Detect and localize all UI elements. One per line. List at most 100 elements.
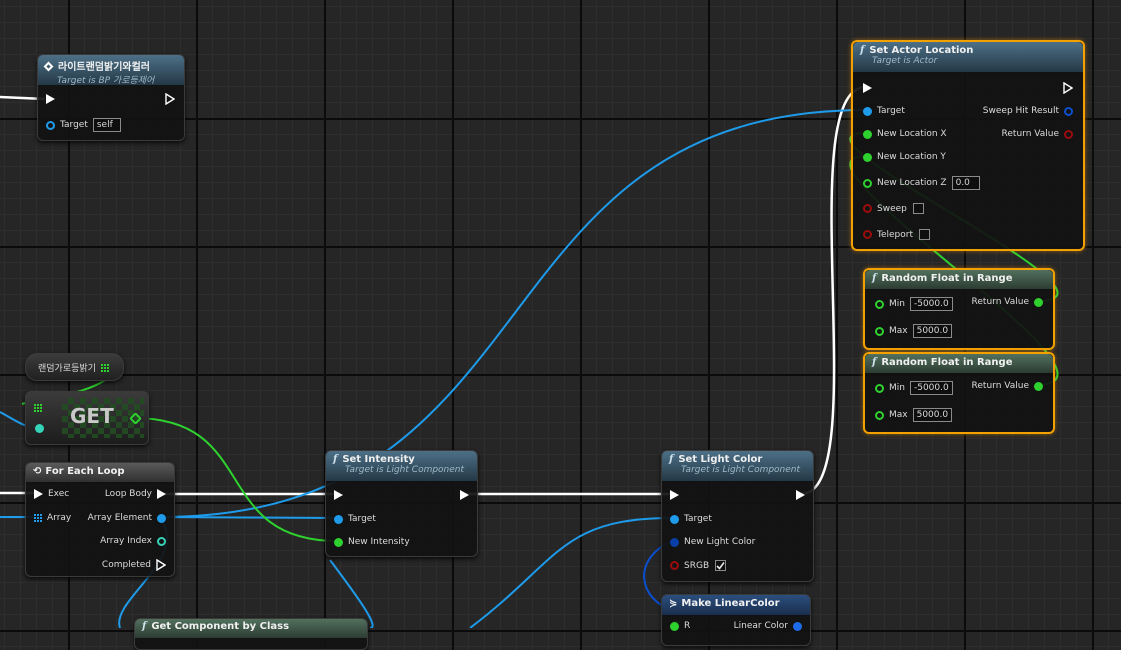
- event-target-label: Target: [60, 120, 88, 130]
- random-float-2-min-value[interactable]: -5000.0: [909, 381, 953, 395]
- set-actor-location-y-label: New Location Y: [877, 152, 946, 162]
- set-light-color-subtitle: Target is Light Component: [681, 465, 801, 475]
- exec-out-icon: [1063, 82, 1073, 94]
- object-wire-lower-to-lightcolor: [469, 517, 673, 628]
- set-actor-location-x-label: New Location X: [877, 129, 947, 139]
- set-intensity-new-intensity-pin[interactable]: New Intensity: [334, 537, 410, 547]
- for-each-title: For Each Loop: [45, 466, 125, 477]
- for-each-array-element-pin[interactable]: Array Element: [88, 513, 166, 523]
- set-light-color-node[interactable]: f Set Light Color Target is Light Compone…: [661, 450, 814, 582]
- float-pin-icon: [875, 299, 884, 309]
- float-pin-icon: [129, 412, 142, 425]
- float-pin-icon: [863, 178, 872, 188]
- variable-pin[interactable]: 랜덤가로등밝기: [38, 361, 114, 374]
- exec-in-icon: [670, 490, 679, 500]
- event-title: 라이트랜덤밝기와컬러: [58, 62, 150, 73]
- set-intensity-exec-out-pin[interactable]: [460, 490, 469, 500]
- event-target-pin[interactable]: Target self: [46, 118, 121, 132]
- random-float-2-min-pin[interactable]: Min -5000.0: [875, 381, 953, 395]
- make-linear-color-r-pin[interactable]: R: [670, 621, 690, 631]
- set-actor-location-title: Set Actor Location: [869, 45, 974, 56]
- get-index-pin[interactable]: [35, 424, 49, 433]
- set-actor-location-sweep-hit-pin[interactable]: Sweep Hit Result: [983, 106, 1073, 116]
- random-float-1-return-label: Return Value: [971, 297, 1029, 307]
- function-icon: f: [860, 45, 865, 56]
- int-pin-icon: [157, 536, 166, 546]
- float-pin-icon: [334, 537, 343, 547]
- get-node[interactable]: GET: [25, 391, 149, 445]
- variable-node[interactable]: 랜덤가로등밝기: [25, 353, 124, 381]
- set-actor-location-sweep-pin[interactable]: Sweep: [863, 203, 924, 214]
- make-linear-color-r-label: R: [684, 621, 691, 631]
- set-actor-location-teleport-label: Teleport: [877, 229, 913, 240]
- teleport-checkbox[interactable]: [919, 229, 930, 240]
- set-intensity-target-label: Target: [348, 514, 376, 524]
- set-light-color-new-color-pin[interactable]: New Light Color: [670, 537, 755, 547]
- random-float-1-min-pin[interactable]: Min -5000.0: [875, 297, 953, 311]
- set-actor-location-x-pin[interactable]: New Location X: [863, 129, 947, 139]
- event-exec-in-pin[interactable]: [46, 94, 55, 104]
- event-exec-out-pin[interactable]: [165, 93, 175, 105]
- set-light-color-target-label: Target: [684, 514, 712, 524]
- set-actor-location-target-pin[interactable]: Target: [863, 106, 905, 116]
- for-each-array-index-pin[interactable]: Array Index: [100, 536, 166, 546]
- float-pin-icon: [1034, 297, 1043, 307]
- exec-in-icon: [863, 83, 872, 93]
- set-intensity-target-pin[interactable]: Target: [334, 514, 376, 524]
- random-float-2-max-label: Max: [889, 410, 908, 420]
- set-light-color-exec-out-pin[interactable]: [796, 490, 805, 500]
- get-component-title: Get Component by Class: [151, 621, 290, 632]
- get-array-pin[interactable]: [34, 404, 47, 412]
- sweep-checkbox[interactable]: [912, 203, 924, 214]
- float-pin-icon: [875, 410, 884, 420]
- set-actor-location-exec-out-pin[interactable]: [1063, 82, 1073, 94]
- for-each-array-index-label: Array Index: [100, 536, 152, 546]
- random-float-in-range-node-2[interactable]: f Random Float in Range Min -5000.0 Max 500…: [863, 352, 1055, 434]
- struct-pin-icon: [670, 537, 679, 547]
- for-each-exec-pin[interactable]: Exec: [34, 489, 69, 499]
- random-float-in-range-node-1[interactable]: f Random Float in Range Min -5000.0 Max 500…: [863, 268, 1055, 350]
- random-float-2-max-pin[interactable]: Max 5000.0: [875, 408, 953, 422]
- set-light-color-srgb-pin[interactable]: SRGB: [670, 560, 727, 571]
- random-float-1-max-value[interactable]: 5000.0: [912, 324, 953, 338]
- set-actor-location-exec-in-pin[interactable]: [863, 83, 872, 93]
- set-actor-location-teleport-pin[interactable]: Teleport: [863, 229, 930, 240]
- random-float-2-min-label: Min: [889, 383, 905, 393]
- event-node[interactable]: 라이트랜덤밝기와컬러 Target is BP 가로등제어 Target sel…: [37, 54, 185, 141]
- for-each-array-pin[interactable]: Array: [34, 513, 71, 523]
- set-actor-location-z-value[interactable]: 0.0: [951, 176, 980, 190]
- object-pin-icon: [863, 106, 872, 116]
- make-linear-color-output-pin[interactable]: Linear Color: [734, 621, 802, 631]
- random-float-1-title: Random Float in Range: [881, 273, 1013, 284]
- for-each-loop-node[interactable]: ⟲ For Each Loop Exec Array Loop Body Arra…: [25, 462, 175, 577]
- bool-pin-icon: [670, 561, 679, 570]
- random-float-2-title: Random Float in Range: [881, 357, 1013, 368]
- get-component-by-class-node[interactable]: f Get Component by Class: [134, 618, 368, 650]
- variable-label: 랜덤가로등밝기: [38, 364, 96, 374]
- set-actor-location-sweep-hit-label: Sweep Hit Result: [982, 106, 1059, 116]
- make-linear-color-node[interactable]: ⋟ Make LinearColor R Linear Color: [661, 594, 811, 646]
- for-each-completed-label: Completed: [101, 560, 151, 570]
- for-each-loop-body-pin[interactable]: Loop Body: [105, 489, 166, 499]
- random-float-2-max-value[interactable]: 5000.0: [912, 408, 953, 422]
- get-output-pin[interactable]: [129, 412, 145, 425]
- object-pin-icon: [46, 120, 55, 130]
- srgb-checkbox[interactable]: [715, 560, 727, 571]
- set-actor-location-z-pin[interactable]: New Location Z 0.0: [863, 176, 980, 190]
- set-actor-location-node[interactable]: f Set Actor Location Target is Actor Targ…: [851, 40, 1085, 251]
- random-float-2-return-pin[interactable]: Return Value: [972, 381, 1043, 391]
- random-float-1-min-value[interactable]: -5000.0: [909, 297, 953, 311]
- for-each-array-element-label: Array Element: [87, 513, 152, 523]
- object-pin-icon: [334, 514, 343, 524]
- set-actor-location-return-pin[interactable]: Return Value: [1002, 129, 1073, 139]
- random-float-1-max-pin[interactable]: Max 5000.0: [875, 324, 953, 338]
- set-light-color-exec-in-pin[interactable]: [670, 490, 679, 500]
- for-each-completed-pin[interactable]: Completed: [102, 559, 166, 571]
- set-intensity-node[interactable]: f Set Intensity Target is Light Component…: [325, 450, 478, 557]
- event-target-value[interactable]: self: [92, 118, 121, 132]
- int-pin-icon: [35, 424, 44, 433]
- set-intensity-exec-in-pin[interactable]: [334, 490, 343, 500]
- random-float-1-return-pin[interactable]: Return Value: [972, 297, 1043, 307]
- set-actor-location-y-pin[interactable]: New Location Y: [863, 152, 946, 162]
- set-light-color-target-pin[interactable]: Target: [670, 514, 712, 524]
